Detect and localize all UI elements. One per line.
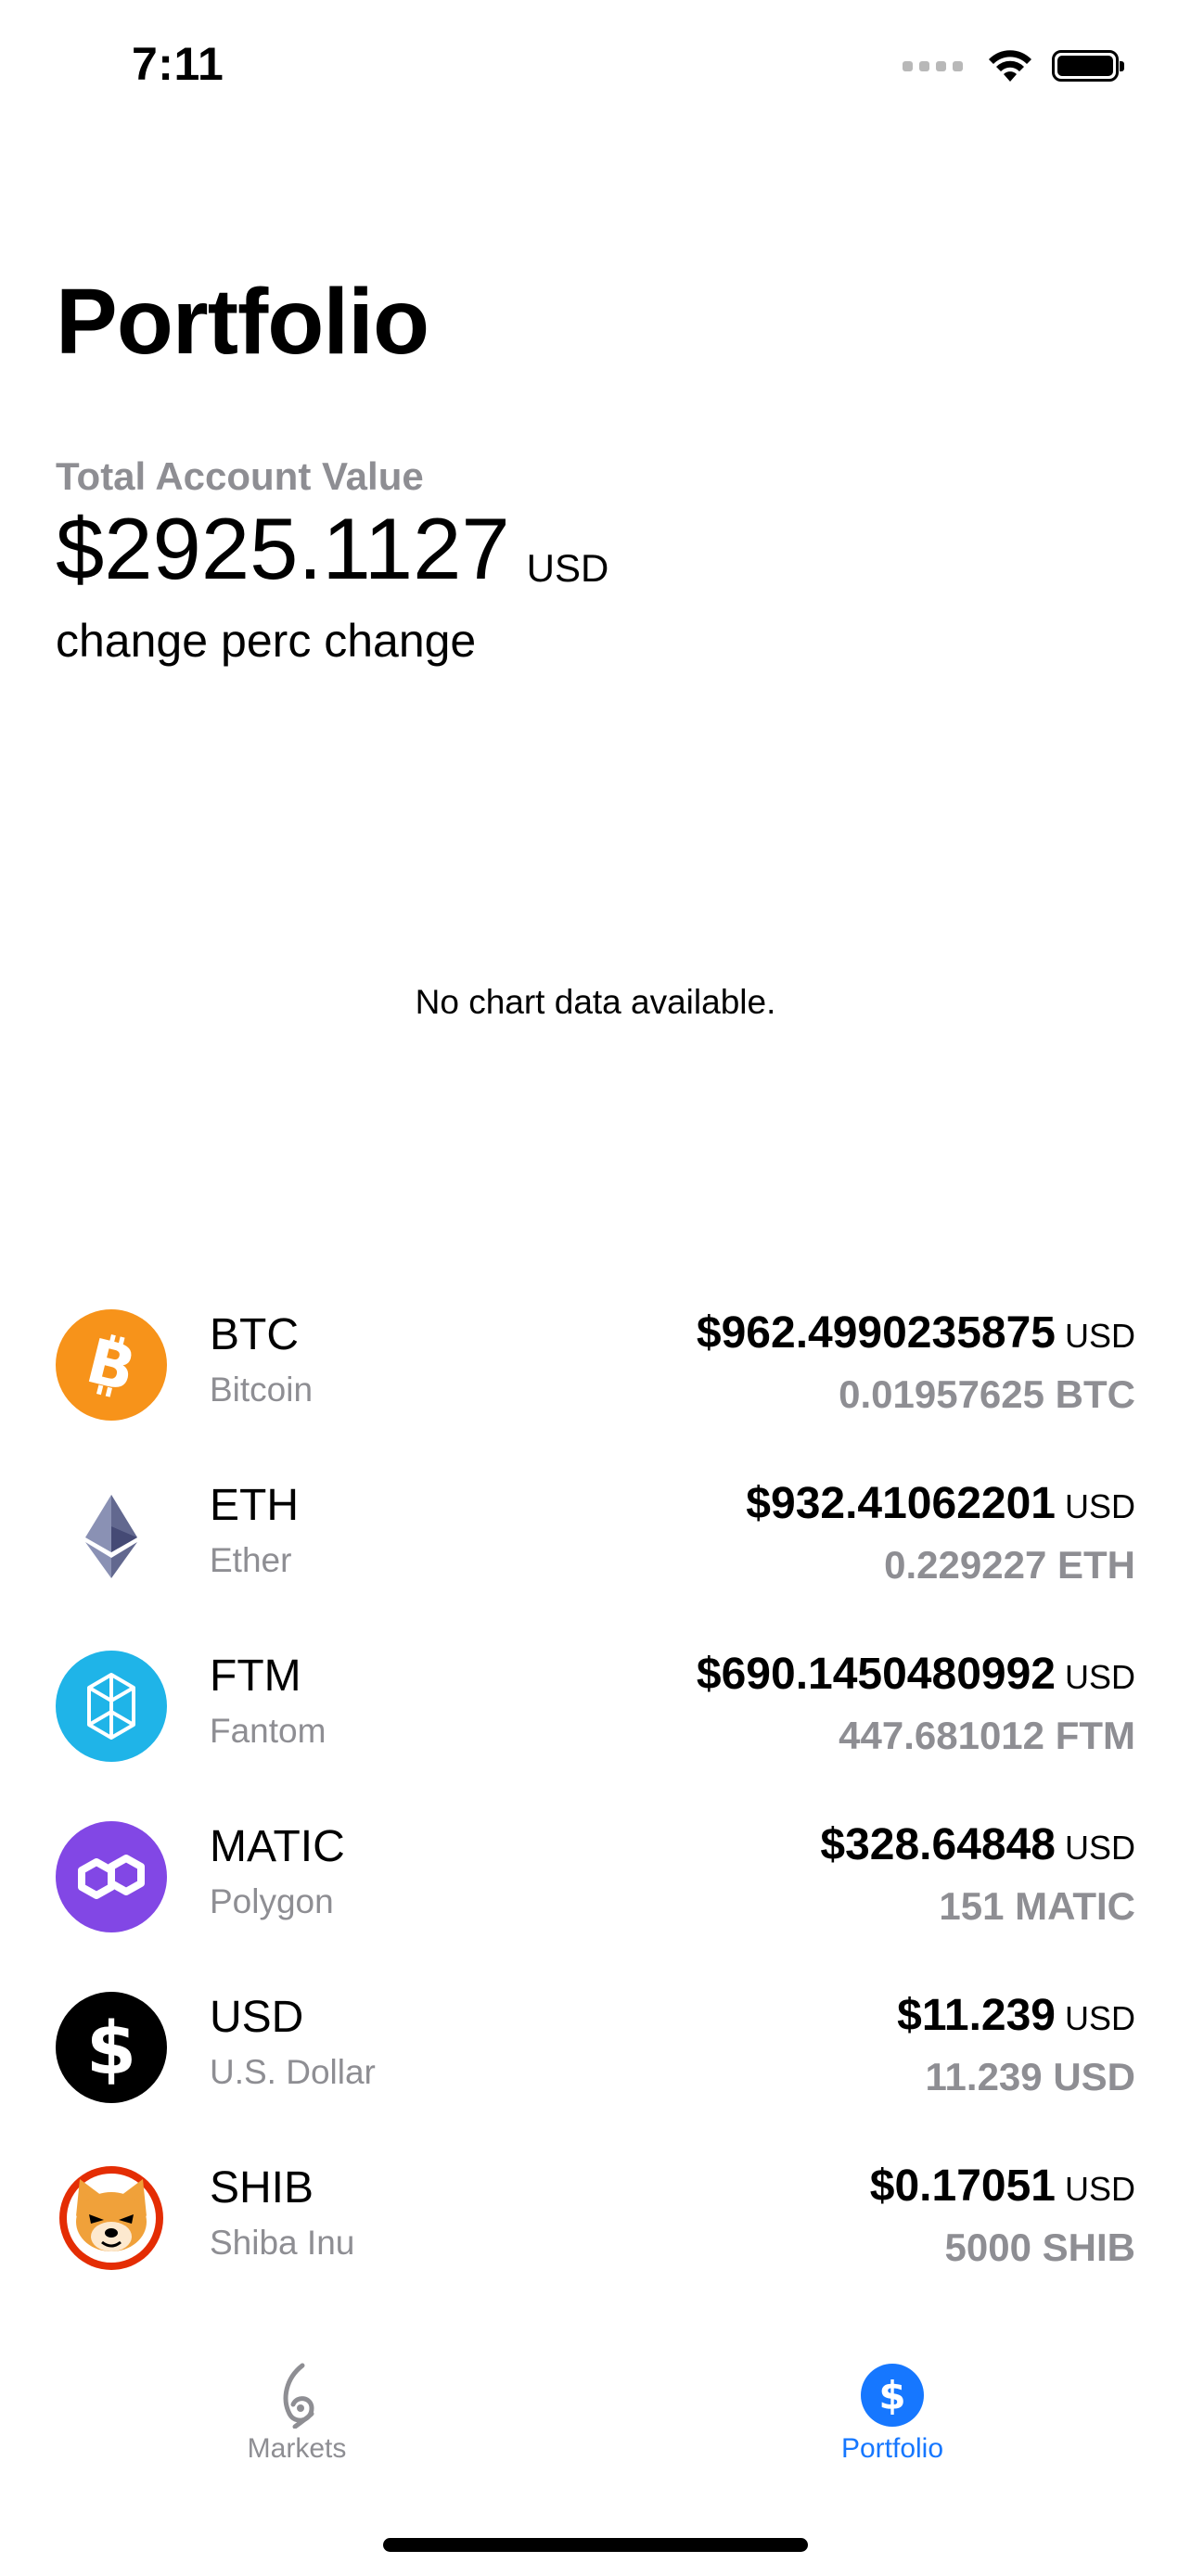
total-account-currency: USD — [526, 546, 609, 590]
shiba-inu-icon — [56, 2162, 167, 2274]
asset-row-shib[interactable]: SHIB Shiba Inu $0.17051 USD 5000 SHIB — [56, 2151, 1135, 2322]
asset-value: $328.64848 USD — [820, 1819, 1135, 1870]
asset-value-currency: USD — [1064, 1658, 1135, 1696]
asset-value-amount: $0.17051 — [869, 2162, 1056, 2211]
asset-row-btc[interactable]: B BTC Bitcoin $962.4990235875 USD 0.0195… — [56, 1298, 1135, 1469]
battery-icon — [1052, 50, 1124, 82]
asset-quantity: 447.681012 FTM — [839, 1714, 1135, 1757]
tab-portfolio-label: Portfolio — [840, 2433, 944, 2464]
dollar-icon: $ — [56, 1992, 167, 2103]
asset-symbol: FTM — [210, 1651, 301, 1701]
dollar-circle-icon: $ — [860, 2363, 925, 2428]
tab-markets-label: Markets — [247, 2433, 347, 2464]
perc-change-value: perc change — [221, 615, 477, 667]
asset-symbol: ETH — [210, 1481, 299, 1530]
asset-name: Bitcoin — [210, 1371, 314, 1409]
asset-list: B BTC Bitcoin $962.4990235875 USD 0.0195… — [56, 1298, 1135, 2322]
fantom-icon — [56, 1651, 167, 1762]
asset-value-currency: USD — [1064, 1317, 1135, 1355]
change-value: change — [56, 615, 209, 667]
tab-bar: Markets $ Portfolio — [0, 2346, 1191, 2494]
asset-name: Shiba Inu — [210, 2224, 355, 2262]
wifi-icon — [989, 50, 1031, 82]
asset-value-amount: $690.1450480992 — [696, 1650, 1056, 1699]
asset-quantity: 11.239 USD — [925, 2055, 1136, 2098]
status-icons — [903, 48, 1124, 83]
tab-markets[interactable]: Markets — [158, 2346, 436, 2465]
asset-quantity: 151 MATIC — [939, 1884, 1135, 1928]
asset-value: $0.17051 USD — [870, 2161, 1135, 2212]
asset-value-currency: USD — [1064, 1999, 1135, 2037]
asset-quantity: 0.01957625 BTC — [839, 1372, 1135, 1416]
change-row: change perc change — [56, 614, 476, 668]
asset-name: Ether — [210, 1541, 292, 1579]
asset-name: Polygon — [210, 1882, 334, 1920]
status-time: 7:11 — [132, 38, 224, 90]
asset-value: $962.4990235875 USD — [697, 1307, 1135, 1358]
asset-name: U.S. Dollar — [210, 2053, 376, 2091]
markets-icon — [264, 2363, 329, 2429]
asset-value-currency: USD — [1064, 2170, 1135, 2208]
total-account-label: Total Account Value — [56, 454, 424, 498]
page-title: Portfolio — [56, 270, 429, 374]
asset-row-usd[interactable]: $ USD U.S. Dollar $11.239 USD 11.239 USD — [56, 1981, 1135, 2151]
signal-icon — [903, 60, 963, 71]
asset-name: Fantom — [210, 1712, 327, 1750]
svg-text:$: $ — [878, 2373, 905, 2418]
asset-value-currency: USD — [1064, 1829, 1135, 1867]
asset-value-amount: $11.239 — [897, 1991, 1056, 2040]
asset-symbol: SHIB — [210, 2163, 314, 2213]
polygon-icon — [56, 1821, 167, 1932]
asset-value: $11.239 USD — [897, 1990, 1135, 2041]
tab-portfolio[interactable]: $ Portfolio — [753, 2346, 1031, 2465]
bitcoin-icon: B — [56, 1309, 167, 1421]
ethereum-icon — [56, 1480, 167, 1591]
asset-value-amount: $962.4990235875 — [696, 1308, 1056, 1358]
asset-symbol: MATIC — [210, 1822, 345, 1871]
asset-symbol: USD — [210, 1993, 304, 2042]
asset-quantity: 5000 SHIB — [944, 2225, 1135, 2269]
asset-value: $690.1450480992 USD — [697, 1649, 1135, 1700]
chart-empty-message: No chart data available. — [415, 983, 776, 1021]
asset-value: $932.41062201 USD — [746, 1478, 1135, 1529]
asset-value-currency: USD — [1064, 1487, 1135, 1525]
asset-value-amount: $932.41062201 — [746, 1479, 1056, 1528]
total-account-value: $2925.1127 — [56, 500, 510, 597]
asset-symbol: BTC — [210, 1310, 299, 1359]
asset-value-amount: $328.64848 — [820, 1820, 1056, 1869]
asset-row-matic[interactable]: MATIC Polygon $328.64848 USD 151 MATIC — [56, 1810, 1135, 1981]
svg-text:$: $ — [86, 2008, 136, 2091]
total-account-value-row: $2925.1127 USD — [56, 505, 608, 593]
asset-quantity: 0.229227 ETH — [884, 1543, 1135, 1587]
asset-row-ftm[interactable]: FTM Fantom $690.1450480992 USD 447.68101… — [56, 1639, 1135, 1810]
asset-row-eth[interactable]: ETH Ether $932.41062201 USD 0.229227 ETH — [56, 1469, 1135, 1639]
home-indicator[interactable] — [383, 2538, 808, 2552]
